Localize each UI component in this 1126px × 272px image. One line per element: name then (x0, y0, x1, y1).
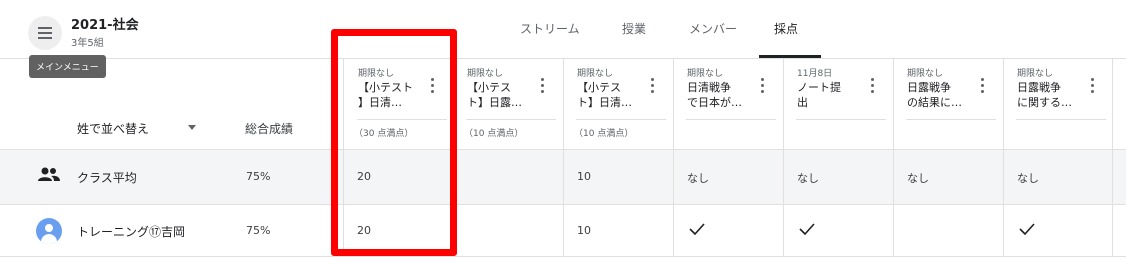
assignment-due-date: 期限なし (1017, 69, 1054, 79)
points-divider (686, 119, 776, 120)
dropdown-arrow-icon[interactable] (188, 125, 196, 130)
assignment-title[interactable]: 【小テスト】日清… (577, 80, 647, 110)
highlight-box (331, 29, 457, 256)
column-divider (1003, 58, 1004, 256)
main-menu-tooltip: メインメニュー (29, 55, 106, 78)
hamburger-icon (38, 32, 52, 34)
student-name[interactable]: トレーニング⑰吉岡 (77, 223, 185, 240)
more-options-icon[interactable] (541, 78, 545, 94)
grade-cell: なし (907, 172, 929, 185)
points-divider (906, 119, 996, 120)
main-menu-button[interactable] (28, 16, 62, 50)
active-tab-indicator (759, 55, 821, 58)
more-options-icon[interactable] (871, 78, 875, 94)
points-divider (466, 119, 556, 120)
assignment-due-date: 期限なし (907, 69, 944, 79)
assignment-title[interactable]: ノート提出 (797, 80, 867, 110)
overall-grade-value: 75% (246, 170, 271, 183)
class-average-label: クラス平均 (77, 171, 137, 185)
check-icon[interactable] (689, 223, 705, 235)
more-options-icon[interactable] (651, 78, 655, 94)
more-options-icon[interactable] (1091, 78, 1095, 94)
points-divider (1016, 119, 1106, 120)
tab-stream[interactable]: ストリーム (520, 20, 580, 37)
assignment-title[interactable]: 日露戦争 の結果に… (907, 80, 977, 110)
class-title[interactable]: 2021-社会 (71, 14, 139, 33)
assignment-title[interactable]: 【小テス ト】日露… (467, 80, 537, 110)
sort-by-surname-dropdown[interactable]: 姓で並べ替え (77, 120, 149, 137)
assignment-due-date: 11月8日 (797, 69, 833, 79)
assignment-points: （10 点満点） (464, 129, 524, 139)
check-icon[interactable] (799, 223, 815, 235)
column-divider (893, 58, 894, 256)
overall-grade-value: 75% (246, 224, 271, 237)
assignment-due-date: 期限なし (577, 69, 614, 79)
assignment-due-date: 期限なし (467, 69, 504, 79)
assignment-title[interactable]: 日露戦争 に関する… (1017, 80, 1087, 110)
grade-cell: 10 (577, 170, 591, 183)
overall-grade-header: 総合成績 (245, 122, 294, 136)
grade-cell[interactable]: 10 (577, 224, 591, 237)
assignment-due-date: 期限なし (687, 69, 724, 79)
more-options-icon[interactable] (981, 78, 985, 94)
student-avatar (36, 218, 62, 244)
points-divider (576, 119, 666, 120)
column-divider (1112, 58, 1113, 256)
assignment-title[interactable]: 日清戦争 で日本が… (687, 80, 757, 110)
check-icon[interactable] (1019, 223, 1035, 235)
column-divider (783, 58, 784, 256)
tab-grades[interactable]: 採点 (774, 20, 798, 37)
people-icon (38, 167, 60, 181)
column-divider (563, 58, 564, 256)
tab-classwork[interactable]: 授業 (622, 20, 646, 37)
tab-people[interactable]: メンバー (689, 20, 737, 37)
class-subtitle: 3年5組 (71, 38, 104, 49)
points-divider (796, 119, 886, 120)
more-options-icon[interactable] (761, 78, 765, 94)
grade-cell: なし (1017, 172, 1039, 185)
assignment-points: （10 点満点） (574, 129, 634, 139)
column-divider (673, 58, 674, 256)
grade-cell: なし (797, 172, 819, 185)
grade-cell: なし (687, 172, 709, 185)
